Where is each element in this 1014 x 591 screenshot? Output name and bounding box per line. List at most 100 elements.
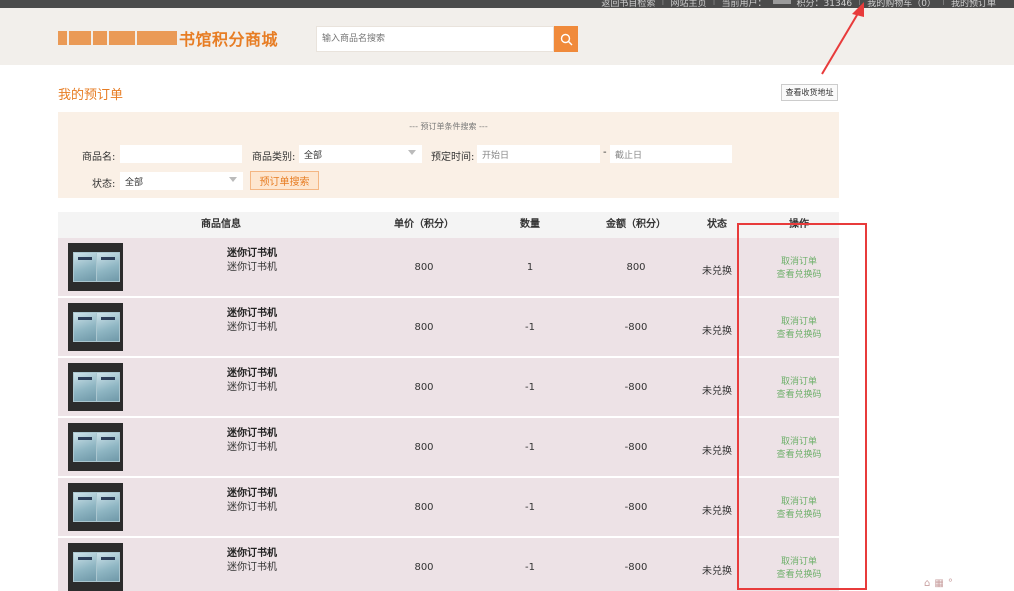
row-actions: 取消订单 查看兑换码: [758, 316, 840, 342]
corner-icon: ▦: [934, 578, 944, 589]
col-product-info: 商品信息: [201, 219, 241, 230]
cancel-order-link[interactable]: 取消订单: [758, 496, 840, 509]
cancel-order-link[interactable]: 取消订单: [758, 436, 840, 449]
product-thumbnail[interactable]: [68, 243, 123, 291]
view-address-button[interactable]: 查看收货地址: [781, 84, 838, 101]
status-select-value: 全部: [125, 177, 144, 188]
row-actions: 取消订单 查看兑换码: [758, 256, 840, 282]
product-thumbnail[interactable]: [68, 303, 123, 351]
product-thumbnail[interactable]: [68, 543, 123, 591]
product-name-label: 商品名:: [82, 152, 116, 163]
unit-price: 800: [414, 502, 434, 513]
top-link-home[interactable]: 网站主页: [670, 0, 706, 8]
col-unit-price: 单价（积分）: [394, 219, 454, 230]
order-status: 未兑换: [702, 266, 732, 277]
corner-icons: ⌂ ▦ °: [924, 578, 953, 589]
unit-price: 800: [414, 382, 434, 393]
row-actions: 取消订单 查看兑换码: [758, 556, 840, 582]
order-status: 未兑换: [702, 446, 732, 457]
unit-price: 800: [414, 562, 434, 573]
table-row: 迷你订书机 迷你订书机 800 -1 -800 未兑换 取消订单 查看兑换码: [58, 298, 839, 357]
status-select[interactable]: 全部: [120, 172, 243, 190]
product-desc: 迷你订书机: [227, 322, 277, 333]
top-link-orders[interactable]: 我的预订单: [951, 0, 996, 8]
blurred-username: [772, 0, 791, 4]
quantity: -1: [525, 562, 535, 573]
product-name[interactable]: 迷你订书机: [227, 244, 277, 259]
search-input[interactable]: [317, 27, 553, 51]
top-nav-links: 返回书目检索 | 网站主页 | 当前用户： 积分：31346 | 我的购物车（0） | …: [601, 0, 996, 8]
row-actions: 取消订单 查看兑换码: [758, 436, 840, 462]
product-thumbnail[interactable]: [68, 483, 123, 531]
view-code-link[interactable]: 查看兑换码: [758, 389, 840, 402]
quantity: -1: [525, 322, 535, 333]
site-logo[interactable]: 书馆积分商城: [58, 28, 279, 49]
category-select[interactable]: 全部: [299, 145, 422, 163]
product-name[interactable]: 迷你订书机: [227, 304, 277, 319]
logo-redacted: [58, 31, 177, 45]
table-row: 迷你订书机 迷你订书机 800 1 800 未兑换 取消订单 查看兑换码: [58, 238, 839, 297]
corner-icon: °: [947, 578, 953, 589]
amount: -800: [624, 502, 648, 513]
product-name[interactable]: 迷你订书机: [227, 424, 277, 439]
quantity: -1: [525, 442, 535, 453]
cancel-order-link[interactable]: 取消订单: [758, 556, 840, 569]
view-code-link[interactable]: 查看兑换码: [758, 329, 840, 342]
col-amount: 金额（积分）: [606, 219, 666, 230]
product-thumbnail[interactable]: [68, 423, 123, 471]
quantity: 1: [526, 262, 534, 273]
top-current-user: 当前用户：: [721, 0, 767, 8]
product-desc: 迷你订书机: [227, 382, 277, 393]
chevron-down-icon: [408, 150, 416, 155]
cancel-order-link[interactable]: 取消订单: [758, 316, 840, 329]
top-link-catalog[interactable]: 返回书目检索: [601, 0, 655, 8]
product-desc: 迷你订书机: [227, 442, 277, 453]
amount: -800: [624, 562, 648, 573]
cancel-order-link[interactable]: 取消订单: [758, 376, 840, 389]
order-status: 未兑换: [702, 566, 732, 577]
view-code-link[interactable]: 查看兑换码: [758, 509, 840, 522]
product-name-input[interactable]: [120, 145, 242, 163]
view-code-link[interactable]: 查看兑换码: [758, 269, 840, 282]
product-name[interactable]: 迷你订书机: [227, 484, 277, 499]
search-button[interactable]: [554, 26, 578, 52]
table-row: 迷你订书机 迷你订书机 800 -1 -800 未兑换 取消订单 查看兑换码: [58, 358, 839, 417]
start-date-input[interactable]: 开始日: [477, 145, 600, 163]
amount: -800: [624, 442, 648, 453]
table-row: 迷你订书机 迷你订书机 800 -1 -800 未兑换 取消订单 查看兑换码: [58, 418, 839, 477]
product-desc: 迷你订书机: [227, 502, 277, 513]
order-status: 未兑换: [702, 506, 732, 517]
table-row: 迷你订书机 迷你订书机 800 -1 -800 未兑换 取消订单 查看兑换码: [58, 538, 839, 591]
product-desc: 迷你订书机: [227, 562, 277, 573]
col-actions: 操作: [789, 219, 809, 230]
category-select-value: 全部: [304, 150, 323, 161]
product-search: [316, 26, 554, 52]
quantity: -1: [525, 382, 535, 393]
product-name[interactable]: 迷你订书机: [227, 364, 277, 379]
amount: -800: [624, 322, 648, 333]
unit-price: 800: [414, 262, 434, 273]
logo-text: 书馆积分商城: [179, 30, 279, 49]
cancel-order-link[interactable]: 取消订单: [758, 256, 840, 269]
unit-price: 800: [414, 322, 434, 333]
search-orders-button[interactable]: 预订单搜索: [250, 171, 319, 190]
top-points: 积分：31346: [796, 0, 853, 8]
product-thumbnail[interactable]: [68, 363, 123, 411]
amount: -800: [624, 382, 648, 393]
col-quantity: 数量: [520, 219, 540, 230]
product-desc: 迷你订书机: [227, 262, 277, 273]
order-filter-panel: --- 预订单条件搜索 --- 商品名: 商品类别: 全部 预定时间: 开始日 …: [58, 112, 839, 198]
view-code-link[interactable]: 查看兑换码: [758, 449, 840, 462]
table-row: 迷你订书机 迷你订书机 800 -1 -800 未兑换 取消订单 查看兑换码: [58, 478, 839, 537]
search-icon: [560, 33, 572, 45]
filter-title: --- 预订单条件搜索 ---: [409, 122, 488, 131]
view-code-link[interactable]: 查看兑换码: [758, 569, 840, 582]
end-date-input[interactable]: 截止日: [610, 145, 732, 163]
amount: 800: [626, 262, 646, 273]
order-status: 未兑换: [702, 326, 732, 337]
product-name[interactable]: 迷你订书机: [227, 544, 277, 559]
page-title: 我的预订单: [58, 88, 124, 103]
orders-table-header: 商品信息 单价（积分） 数量 金额（积分） 状态 操作: [58, 212, 839, 238]
top-link-cart[interactable]: 我的购物车（0）: [867, 0, 936, 8]
order-date-label: 预定时间:: [431, 152, 475, 163]
